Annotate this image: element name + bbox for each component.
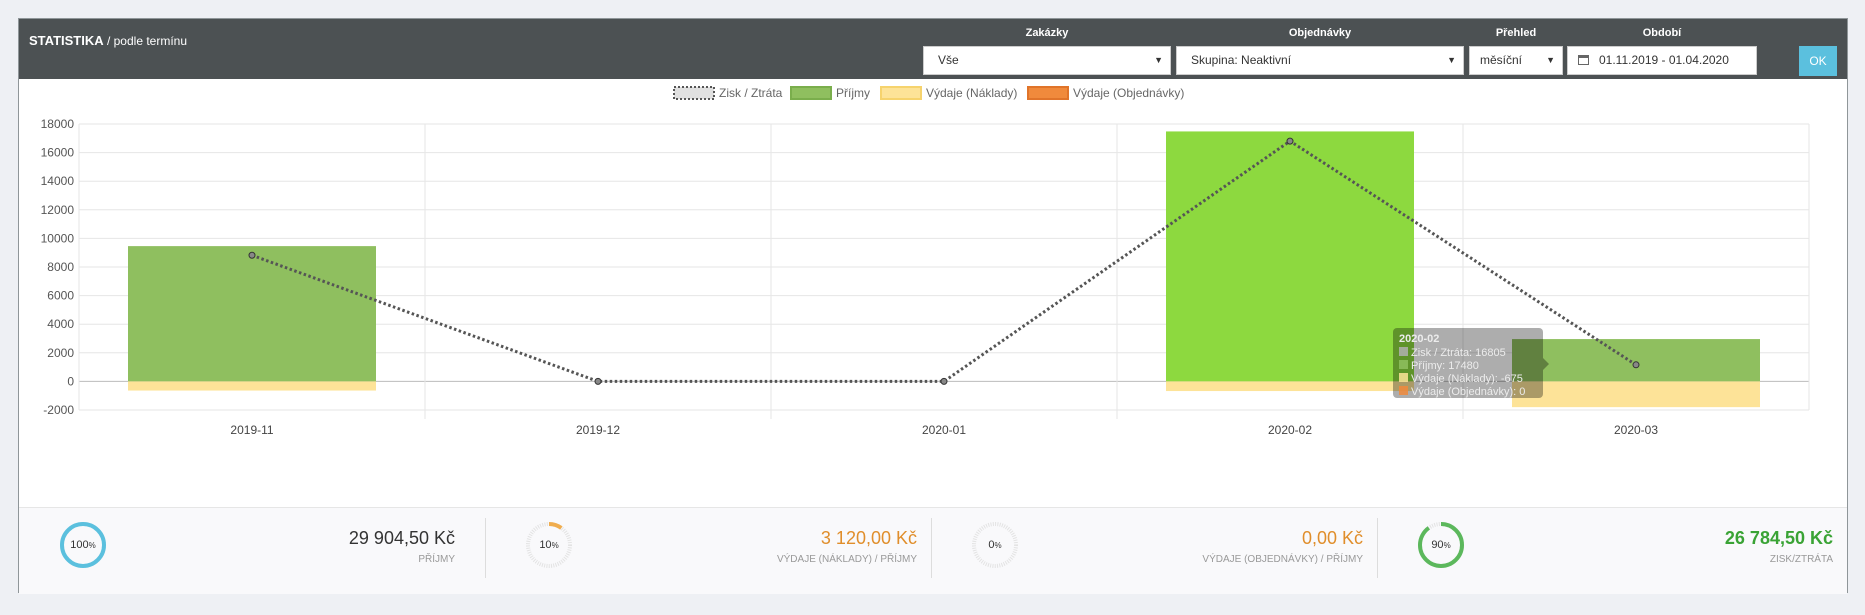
kpi-value: 26 784,50 Kč	[1724, 528, 1833, 548]
kpi-value: 3 120,00 Kč	[820, 528, 917, 548]
x-tick-label: 2020-01	[922, 423, 966, 437]
tooltip-line: Zisk / Ztráta: 16805	[1411, 347, 1506, 359]
objednavky-label: Objednávky	[1288, 27, 1352, 39]
chart-tooltip: 2020-02 Zisk / Ztráta: 16805Příjmy: 17480…	[1393, 328, 1549, 398]
line-point	[248, 251, 256, 259]
statistics-panel: STATISTIKA / podle termínu Zakázky Vše ▼…	[18, 18, 1848, 594]
kpi-objednavky: 0% 0,00 Kč VÝDAJE (OBJEDNÁVKY) / PŘÍJMY	[931, 508, 1377, 594]
line-point	[1632, 361, 1640, 369]
legend-swatch	[790, 86, 832, 100]
divider	[931, 518, 932, 578]
legend-label: Výdaje (Náklady)	[926, 86, 1017, 100]
kpi-caption: VÝDAJE (OBJEDNÁVKY) / PŘÍJMY	[1202, 554, 1363, 565]
y-tick-label: 8000	[47, 260, 74, 274]
kpi-caption: ZISK/ZTRÁTA	[1769, 554, 1833, 565]
progress-ring-label: 0%	[988, 539, 1002, 551]
prehled-select-value: měsíční	[1480, 53, 1523, 67]
kpi-percent: 100	[70, 539, 89, 551]
objednavky-select-value: Skupina: Neaktivní	[1191, 53, 1292, 67]
objednavky-select[interactable]: Skupina: Neaktivní ▼	[1176, 46, 1464, 75]
y-tick-label: 18000	[41, 117, 75, 131]
bar-prijmy	[128, 246, 376, 382]
tooltip-swatch	[1399, 360, 1408, 369]
tooltip-swatch	[1399, 347, 1408, 356]
zakazky-label: Zakázky	[1025, 27, 1069, 39]
divider	[485, 518, 486, 578]
legend-swatch	[673, 86, 715, 100]
toolbar: STATISTIKA / podle termínu Zakázky Vše ▼…	[19, 19, 1847, 79]
chart: Zisk / Ztráta Příjmy Výdaje (Náklady) Výdaj…	[41, 86, 1810, 437]
tooltip-line: Výdaje (Objednávky): 0	[1411, 386, 1525, 398]
y-tick-label: 4000	[47, 317, 74, 331]
summary-bar: 100% 29 904,50 Kč PŘÍJMY 10% 3 120,00 Kč…	[19, 507, 1847, 594]
progress-ring-label: 90%	[1431, 539, 1451, 551]
kpi-caption: VÝDAJE (NÁKLADY) / PŘÍJMY	[776, 554, 917, 565]
y-tick-label: 16000	[41, 146, 75, 160]
x-tick-label: 2019-11	[230, 423, 273, 437]
zakazky-select-value: Vše	[938, 53, 959, 67]
progress-ring-label: 100%	[70, 539, 96, 551]
x-tick-label: 2019-12	[576, 423, 620, 437]
date-range-input[interactable]: 01.11.2019 - 01.04.2020	[1567, 46, 1757, 75]
bar-naklady	[128, 381, 376, 391]
chevron-down-icon: ▼	[1546, 55, 1555, 65]
kpi-value: 0,00 Kč	[1301, 528, 1363, 548]
bar-naklady	[1512, 381, 1760, 408]
y-tick-label: 6000	[47, 289, 74, 303]
kpi-naklady: 10% 3 120,00 Kč VÝDAJE (NÁKLADY) / PŘÍJM…	[485, 508, 931, 594]
progress-ring-label: 10%	[539, 539, 559, 551]
kpi-value: 29 904,50 Kč	[348, 528, 455, 548]
y-tick-label: 12000	[41, 203, 75, 217]
line-point	[1286, 137, 1294, 145]
y-tick-label: -2000	[43, 403, 74, 417]
legend-label: Příjmy	[836, 86, 870, 100]
kpi-percent: 90	[1431, 539, 1444, 551]
chevron-down-icon: ▼	[1154, 55, 1163, 65]
y-tick-label: 0	[67, 374, 74, 388]
page-title-subtitle: / podle termínu	[103, 34, 188, 48]
line-point	[940, 377, 948, 385]
tooltip-line: Příjmy: 17480	[1411, 360, 1479, 372]
obdobi-label: Období	[1642, 27, 1682, 39]
kpi-percent: 10	[539, 539, 552, 551]
x-axis-labels: 2019-11 2019-12 2020-01 2020-02 2020-03	[230, 423, 1658, 437]
divider	[1377, 518, 1378, 578]
chart-legend: Zisk / Ztráta Příjmy Výdaje (Náklady) Výdaj…	[673, 86, 1184, 100]
y-tick-label: 2000	[47, 346, 74, 360]
chevron-down-icon: ▼	[1447, 55, 1456, 65]
line-point	[594, 377, 602, 385]
legend-swatch	[880, 86, 922, 100]
page-title: STATISTIKA / podle termínu	[29, 33, 187, 48]
y-tick-label: 14000	[41, 174, 75, 188]
x-tick-label: 2020-03	[1614, 423, 1658, 437]
zakazky-select[interactable]: Vše ▼	[923, 46, 1171, 75]
ok-button[interactable]: OK	[1799, 46, 1837, 76]
bar-prijmy	[1166, 131, 1414, 382]
kpi-prijmy: 100% 29 904,50 Kč PŘÍJMY	[19, 508, 469, 594]
legend-swatch	[1027, 86, 1069, 100]
bar-naklady	[1166, 381, 1414, 392]
legend-label: Zisk / Ztráta	[719, 86, 783, 100]
tooltip-line: Výdaje (Náklady): -675	[1411, 373, 1523, 385]
date-range-value: 01.11.2019 - 01.04.2020	[1599, 53, 1729, 67]
calendar-icon	[1578, 55, 1589, 65]
bar-prijmy	[1512, 339, 1760, 382]
prehled-select[interactable]: měsíční ▼	[1469, 46, 1563, 75]
tooltip-swatch	[1399, 373, 1408, 382]
kpi-caption: PŘÍJMY	[418, 554, 455, 565]
prehled-label: Přehled	[1495, 27, 1537, 39]
x-tick-label: 2020-02	[1268, 423, 1312, 437]
page-title-bold: STATISTIKA	[29, 33, 104, 48]
tooltip-swatch	[1399, 386, 1408, 395]
tooltip-title: 2020-02	[1399, 333, 1439, 345]
kpi-zisk: 90% 26 784,50 Kč ZISK/ZTRÁTA	[1377, 508, 1847, 594]
legend-label: Výdaje (Objednávky)	[1073, 86, 1184, 100]
y-tick-label: 10000	[41, 231, 75, 245]
